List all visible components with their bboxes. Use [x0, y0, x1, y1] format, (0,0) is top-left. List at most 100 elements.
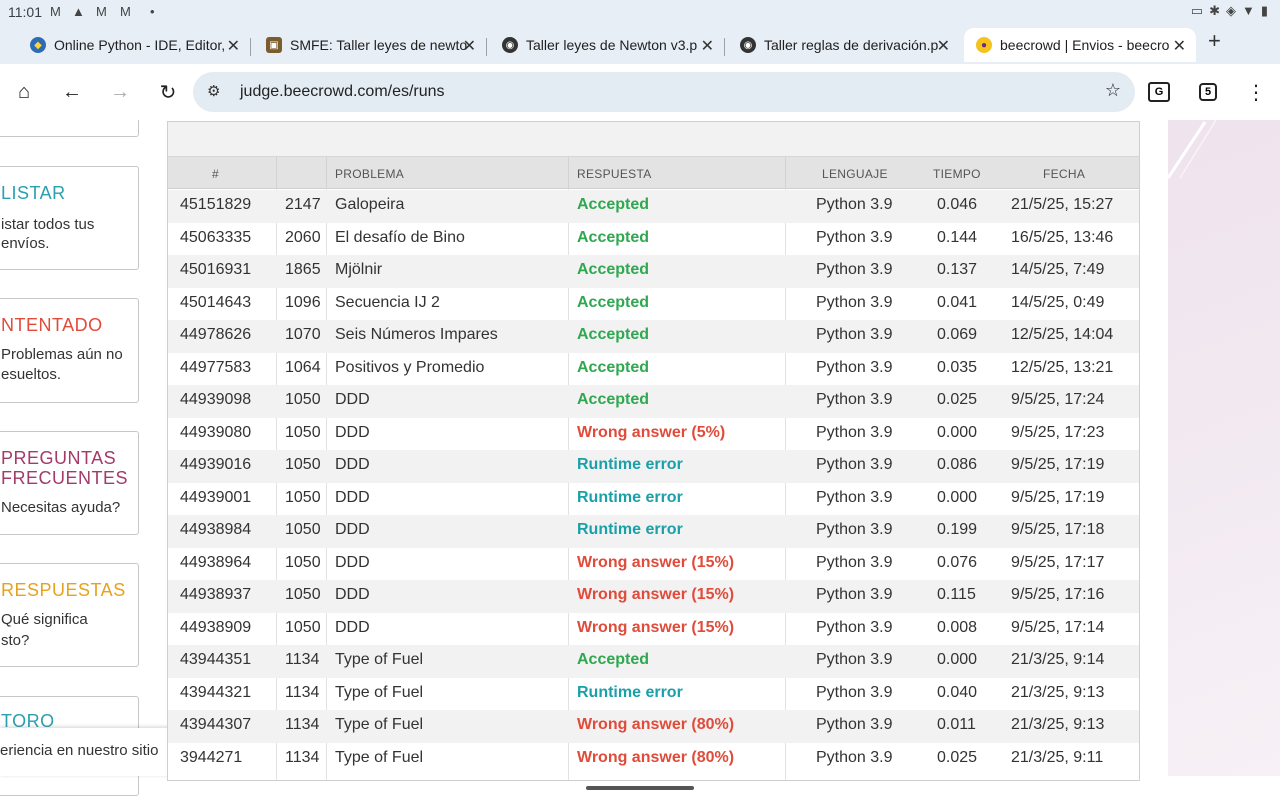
tab-taller-derivacion[interactable]: ◉ Taller reglas de derivación.p ✕	[728, 28, 960, 62]
sidebar-card-intentado[interactable]: NTENTADO Problemas aún no esueltos.	[0, 298, 139, 403]
problem-name[interactable]: El desafío de Bino	[335, 229, 465, 247]
problem-name[interactable]: DDD	[335, 521, 370, 539]
run-id[interactable]: 44939001	[180, 489, 251, 507]
table-row[interactable]: 43944351 1134 Type of Fuel Accepted Python 3…	[168, 645, 1139, 678]
problem-name[interactable]: DDD	[335, 456, 370, 474]
answer-status[interactable]: Accepted	[577, 359, 649, 377]
answer-status[interactable]: Accepted	[577, 294, 649, 312]
run-id[interactable]: 44977583	[180, 359, 251, 377]
table-row[interactable]: 3944271 1134 Type of Fuel Wrong answer (80%…	[168, 743, 1139, 776]
gesture-home-indicator[interactable]	[586, 786, 694, 790]
run-id[interactable]: 44938909	[180, 619, 251, 637]
close-icon[interactable]: ✕	[463, 36, 476, 56]
problem-name[interactable]: Positivos y Promedio	[335, 359, 484, 377]
sidebar-card-listar[interactable]: LISTAR istar todos tus envíos.	[0, 166, 139, 270]
table-row[interactable]: 45151829 2147 Galopeira Accepted Python 3.9 0…	[168, 190, 1139, 223]
problem-name[interactable]: Secuencia IJ 2	[335, 294, 440, 312]
answer-status[interactable]: Runtime error	[577, 456, 683, 474]
close-icon[interactable]: ✕	[701, 36, 714, 56]
problem-name[interactable]: Type of Fuel	[335, 651, 423, 669]
tab-beecrowd[interactable]: ● beecrowd | Envios - beecro ✕	[964, 28, 1196, 62]
answer-status[interactable]: Wrong answer (80%)	[577, 749, 734, 767]
answer-status[interactable]: Wrong answer (5%)	[577, 424, 725, 442]
table-row[interactable]: 43944307 1134 Type of Fuel Wrong answer (80…	[168, 710, 1139, 743]
answer-status[interactable]: Wrong answer (15%)	[577, 619, 734, 637]
close-icon[interactable]: ✕	[937, 36, 950, 56]
problem-name[interactable]: Type of Fuel	[335, 749, 423, 767]
site-settings-icon[interactable]: ⚙	[207, 82, 220, 100]
menu-icon[interactable]: ⋮	[1242, 78, 1270, 106]
problem-name[interactable]: DDD	[335, 554, 370, 572]
table-row[interactable]: 45014643 1096 Secuencia IJ 2 Accepted Python…	[168, 288, 1139, 321]
problem-name[interactable]: Type of Fuel	[335, 684, 423, 702]
answer-status[interactable]: Wrong answer (15%)	[577, 554, 734, 572]
run-id[interactable]: 44939098	[180, 391, 251, 409]
reload-icon[interactable]: ↻	[154, 78, 182, 106]
table-row[interactable]: 44939080 1050 DDD Wrong answer (5%) Python 3…	[168, 418, 1139, 451]
sidebar-card-preguntas[interactable]: PREGUNTAS FRECUENTES Necesitas ayuda?	[0, 431, 139, 535]
run-id[interactable]: 45151829	[180, 196, 251, 214]
forward-icon[interactable]: →	[106, 78, 134, 106]
table-row[interactable]: 44938964 1050 DDD Wrong answer (15%) Python …	[168, 548, 1139, 581]
table-row[interactable]: 44978626 1070 Seis Números Impares Accepted…	[168, 320, 1139, 353]
run-id[interactable]: 43944351	[180, 651, 251, 669]
tab-online-python[interactable]: ◆ Online Python - IDE, Editor, ✕	[18, 28, 250, 62]
new-tab-button[interactable]: +	[1208, 28, 1221, 54]
answer-status[interactable]: Accepted	[577, 391, 649, 409]
table-row[interactable]: 44938909 1050 DDD Wrong answer (15%) Python …	[168, 613, 1139, 646]
run-id[interactable]: 44938964	[180, 554, 251, 572]
back-icon[interactable]: ←	[58, 78, 86, 106]
problem-name[interactable]: DDD	[335, 391, 370, 409]
table-row[interactable]: 44939098 1050 DDD Accepted Python 3.9 0.025 9/…	[168, 385, 1139, 418]
answer-status[interactable]: Accepted	[577, 326, 649, 344]
run-id[interactable]: 44939016	[180, 456, 251, 474]
home-icon[interactable]: ⌂	[10, 78, 38, 106]
answer-status[interactable]: Accepted	[577, 651, 649, 669]
address-bar[interactable]: ⚙ judge.beecrowd.com/es/runs ☆	[193, 72, 1135, 112]
close-icon[interactable]: ✕	[1173, 36, 1186, 56]
tab-switcher-button[interactable]: 5	[1199, 83, 1217, 101]
table-row[interactable]: 44938937 1050 DDD Wrong answer (15%) Python …	[168, 580, 1139, 613]
run-id[interactable]: 43944307	[180, 716, 251, 734]
answer-status[interactable]: Accepted	[577, 196, 649, 214]
problem-name[interactable]: DDD	[335, 586, 370, 604]
problem-name[interactable]: Type of Fuel	[335, 716, 423, 734]
url-text[interactable]: judge.beecrowd.com/es/runs	[240, 83, 445, 101]
answer-status[interactable]: Wrong answer (15%)	[577, 586, 734, 604]
table-row[interactable]: 45063335 2060 El desafío de Bino Accepted Py…	[168, 223, 1139, 256]
answer-status[interactable]: Wrong answer (80%)	[577, 716, 734, 734]
run-id[interactable]: 3944271	[180, 749, 242, 767]
run-id[interactable]: 44938984	[180, 521, 251, 539]
problem-name[interactable]: DDD	[335, 619, 370, 637]
translate-icon[interactable]: G	[1148, 82, 1170, 102]
close-icon[interactable]: ✕	[227, 36, 240, 56]
table-row[interactable]: 44977583 1064 Positivos y Promedio Accepted…	[168, 353, 1139, 386]
problem-name[interactable]: Mjölnir	[335, 261, 382, 279]
run-id[interactable]: 45014643	[180, 294, 251, 312]
table-row[interactable]: 44939001 1050 DDD Runtime error Python 3.9 0.…	[168, 483, 1139, 516]
problem-name[interactable]: Seis Números Impares	[335, 326, 498, 344]
table-row[interactable]: 43944321 1134 Type of Fuel Runtime error Pyt…	[168, 678, 1139, 711]
run-id[interactable]: 45016931	[180, 261, 251, 279]
run-id[interactable]: 44978626	[180, 326, 251, 344]
answer-status[interactable]: Accepted	[577, 229, 649, 247]
answer-status[interactable]: Accepted	[577, 261, 649, 279]
problem-name[interactable]: DDD	[335, 424, 370, 442]
run-id[interactable]: 44938937	[180, 586, 251, 604]
table-row[interactable]: 44938984 1050 DDD Runtime error Python 3.9 0.…	[168, 515, 1139, 548]
run-id[interactable]: 44939080	[180, 424, 251, 442]
problem-name[interactable]: DDD	[335, 489, 370, 507]
table-row[interactable]: 45016931 1865 Mjölnir Accepted Python 3.9 0.1…	[168, 255, 1139, 288]
answer-status[interactable]: Runtime error	[577, 684, 683, 702]
run-id[interactable]: 45063335	[180, 229, 251, 247]
run-id[interactable]: 43944321	[180, 684, 251, 702]
bookmark-star-icon[interactable]: ☆	[1105, 80, 1121, 101]
answer-status[interactable]: Runtime error	[577, 521, 683, 539]
tab-taller-newton[interactable]: ◉ Taller leyes de Newton v3.p ✕	[490, 28, 724, 62]
problem-name[interactable]: Galopeira	[335, 196, 404, 214]
table-row[interactable]: 44939016 1050 DDD Runtime error Python 3.9 0.…	[168, 450, 1139, 483]
answer-status[interactable]: Runtime error	[577, 489, 683, 507]
dot-icon: •	[150, 4, 155, 19]
sidebar-card-respuestas[interactable]: RESPUESTAS Qué significa sto?	[0, 563, 139, 667]
tab-smfe[interactable]: ▣ SMFE: Taller leyes de newto ✕	[254, 28, 486, 62]
